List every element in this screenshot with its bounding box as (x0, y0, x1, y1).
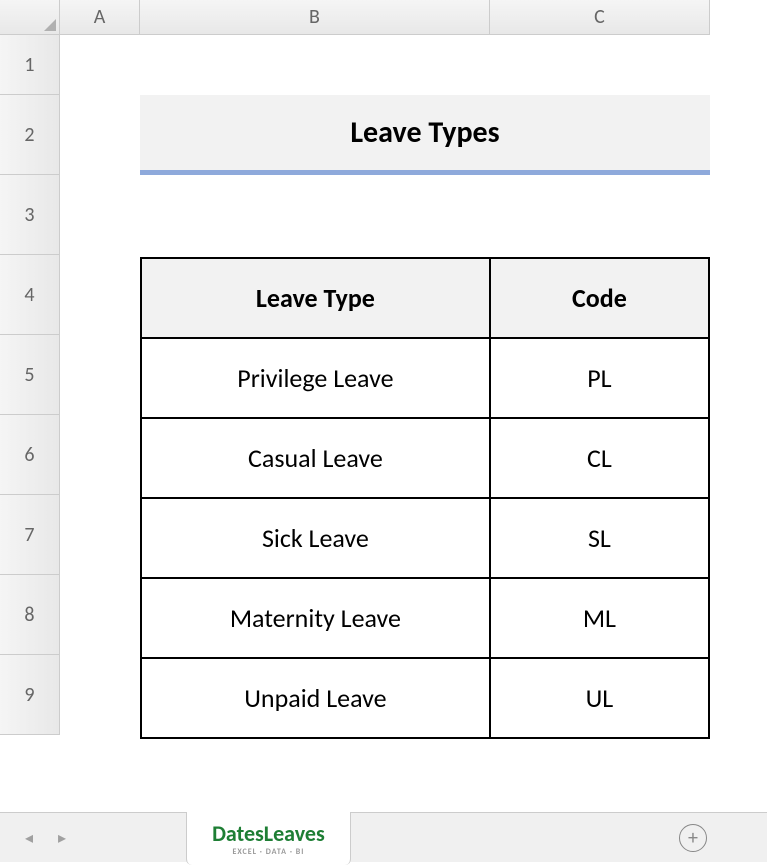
sheet-tab-label: DatesLeaves (212, 820, 325, 847)
next-sheet-icon[interactable]: ▸ (53, 823, 71, 853)
table-row: Sick Leave SL (141, 498, 709, 578)
sheet-tabs-bar: ◂ ▸ DatesLeaves EXCEL · DATA · BI + (0, 812, 767, 862)
table-row: Unpaid Leave UL (141, 658, 709, 738)
row-header-8[interactable]: 8 (0, 575, 60, 655)
cell-code[interactable]: ML (490, 578, 709, 658)
cell-code[interactable]: PL (490, 338, 709, 418)
sheet-tab-active[interactable]: DatesLeaves EXCEL · DATA · BI (186, 811, 351, 865)
col-header-c[interactable]: C (490, 0, 710, 35)
title-cell[interactable]: Leave Types (140, 95, 710, 175)
col-header-a[interactable]: A (60, 0, 140, 35)
cells-area[interactable]: Leave Types Leave Type Code Privilege Le… (60, 35, 710, 812)
grid-area: A B C 1 2 3 4 5 6 7 8 9 Leave (0, 0, 767, 812)
table-row: Casual Leave CL (141, 418, 709, 498)
row-header-7[interactable]: 7 (0, 495, 60, 575)
row-header-1[interactable]: 1 (0, 35, 60, 95)
cell-code[interactable]: SL (490, 498, 709, 578)
cell-type[interactable]: Maternity Leave (141, 578, 490, 658)
row-header-2[interactable]: 2 (0, 95, 60, 175)
cell-type[interactable]: Privilege Leave (141, 338, 490, 418)
cell-code[interactable]: CL (490, 418, 709, 498)
row-header-6[interactable]: 6 (0, 415, 60, 495)
column-headers: A B C (60, 0, 710, 35)
table-header-row: Leave Type Code (141, 258, 709, 338)
table-row: Maternity Leave ML (141, 578, 709, 658)
plus-icon: + (688, 826, 698, 850)
cell-code[interactable]: UL (490, 658, 709, 738)
row-header-4[interactable]: 4 (0, 255, 60, 335)
leave-types-table: Leave Type Code Privilege Leave PL Casua… (140, 257, 710, 739)
col-header-b[interactable]: B (140, 0, 490, 35)
add-sheet-button[interactable]: + (679, 824, 707, 852)
cell-type[interactable]: Casual Leave (141, 418, 490, 498)
sheet-tab-sublabel: EXCEL · DATA · BI (212, 847, 325, 857)
header-leave-type[interactable]: Leave Type (141, 258, 490, 338)
row-header-5[interactable]: 5 (0, 335, 60, 415)
header-code[interactable]: Code (490, 258, 709, 338)
cell-type[interactable]: Sick Leave (141, 498, 490, 578)
row-header-9[interactable]: 9 (0, 655, 60, 735)
row-headers: 1 2 3 4 5 6 7 8 9 (0, 35, 60, 812)
cell-type[interactable]: Unpaid Leave (141, 658, 490, 738)
prev-sheet-icon[interactable]: ◂ (20, 823, 38, 853)
spreadsheet: A B C 1 2 3 4 5 6 7 8 9 Leave (0, 0, 767, 862)
select-all-corner[interactable] (0, 0, 60, 35)
table-row: Privilege Leave PL (141, 338, 709, 418)
row-header-3[interactable]: 3 (0, 175, 60, 255)
